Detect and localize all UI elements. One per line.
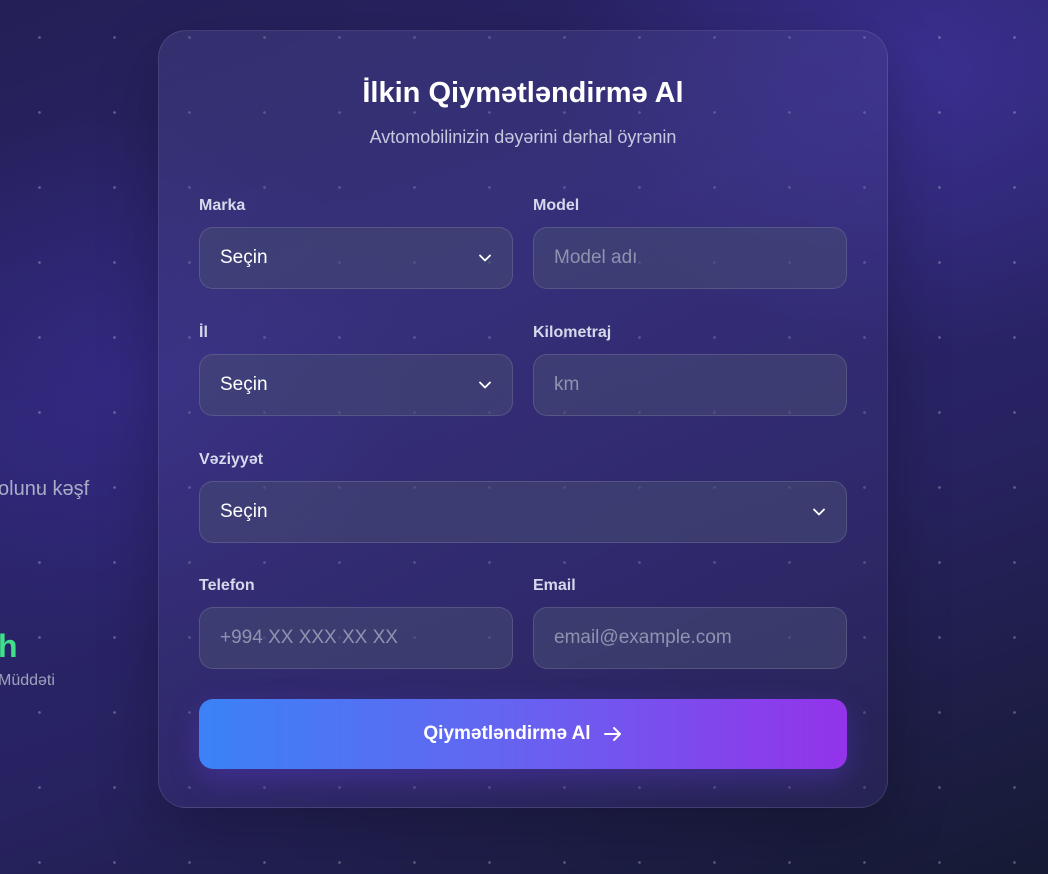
chevron-down-icon xyxy=(478,251,492,265)
submit-button-label: Qiymətləndirmə Al xyxy=(423,723,591,744)
year-select-value: Seçin xyxy=(220,374,268,395)
brand-label: Marka xyxy=(199,197,246,214)
hero-partial-text: olunu kəşf xyxy=(0,478,90,500)
form-subtitle: Avtomobilinizin dəyərini dərhal öyrənin xyxy=(369,127,677,147)
mileage-input[interactable]: km xyxy=(533,354,847,416)
evaluation-form-card: İlkin Qiymətləndirmə Al Avtomobilinizin … xyxy=(158,30,888,808)
chevron-down-icon xyxy=(812,505,826,519)
email-input[interactable]: email@example.com xyxy=(533,607,847,669)
condition-label: Vəziyyət xyxy=(199,451,264,468)
year-select[interactable]: Seçin xyxy=(199,354,513,416)
stat-label: Müddəti xyxy=(0,672,55,689)
mileage-input-placeholder: km xyxy=(554,374,580,395)
condition-select-value: Seçin xyxy=(220,501,268,522)
mileage-label: Kilometraj xyxy=(533,324,612,341)
phone-input-placeholder: +994 XX XXX XX XX xyxy=(220,627,398,648)
brand-select-value: Seçin xyxy=(220,247,268,268)
email-label: Email xyxy=(533,577,576,594)
year-label: İl xyxy=(199,324,208,341)
model-label: Model xyxy=(533,197,580,214)
phone-label: Telefon xyxy=(199,577,255,594)
stat-value: h xyxy=(0,628,18,664)
condition-select[interactable]: Seçin xyxy=(199,481,847,543)
chevron-down-icon xyxy=(478,378,492,392)
model-input[interactable]: Model adı xyxy=(533,227,847,289)
submit-button[interactable]: Qiymətləndirmə Al xyxy=(199,699,847,769)
form-title: İlkin Qiymətləndirmə Al xyxy=(362,77,684,109)
phone-input[interactable]: +994 XX XXX XX XX xyxy=(199,607,513,669)
brand-select[interactable]: Seçin xyxy=(199,227,513,289)
email-input-placeholder: email@example.com xyxy=(554,627,732,648)
arrow-right-icon xyxy=(603,725,623,743)
model-input-placeholder: Model adı xyxy=(554,247,638,268)
